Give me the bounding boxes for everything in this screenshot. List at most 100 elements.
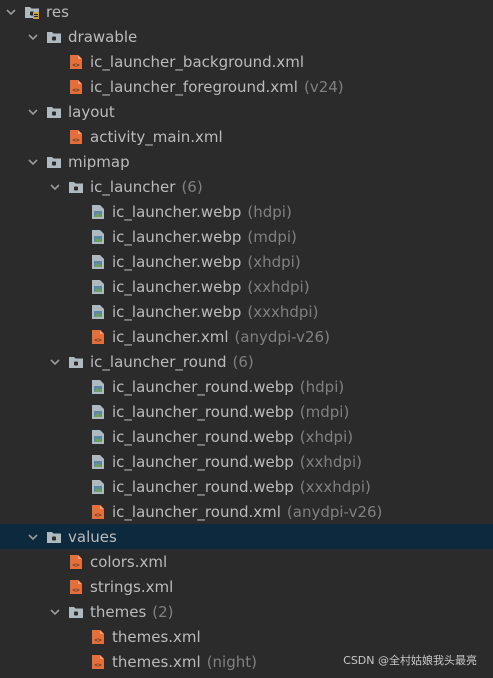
tree-item-label: themes.xml: [112, 652, 201, 671]
chevron-down-icon[interactable]: [4, 5, 18, 19]
tree-item-hint: (xhdpi): [247, 252, 301, 271]
tree-file-row[interactable]: <> themes.xml: [0, 624, 493, 649]
image-file-icon: [90, 454, 106, 470]
tree-item-hint: (night): [206, 652, 257, 671]
folder-icon: [46, 529, 62, 545]
tree-file-row[interactable]: ic_launcher_round.webp (mdpi): [0, 399, 493, 424]
tree-file-row[interactable]: <> ic_launcher_background.xml: [0, 49, 493, 74]
tree-item-hint: (xxxhdpi): [299, 477, 371, 496]
tree-item-label: ic_launcher_round.webp: [112, 377, 294, 396]
tree-item-label: layout: [68, 102, 115, 121]
tree-file-row[interactable]: <> activity_main.xml: [0, 124, 493, 149]
tree-item-hint: (hdpi): [299, 377, 345, 396]
svg-text:<>: <>: [72, 62, 80, 69]
tree-item-label: ic_launcher_round.xml: [112, 502, 281, 521]
tree-file-row[interactable]: <> ic_launcher_round.xml (anydpi-v26): [0, 499, 493, 524]
tree-file-row[interactable]: ic_launcher.webp (xxhdpi): [0, 274, 493, 299]
image-file-icon: [90, 279, 106, 295]
xml-file-icon: <>: [68, 554, 84, 570]
xml-file-icon: <>: [68, 129, 84, 145]
tree-item-hint: (mdpi): [299, 402, 350, 421]
project-tree: res drawable <> ic_launcher_background.xml <…: [0, 0, 493, 678]
tree-folder-row[interactable]: values: [0, 524, 493, 549]
svg-text:<>: <>: [72, 562, 80, 569]
tree-file-row[interactable]: ic_launcher.webp (xhdpi): [0, 249, 493, 274]
svg-text:<>: <>: [94, 337, 102, 344]
tree-item-hint: (anydpi-v26): [234, 327, 330, 346]
tree-file-row[interactable]: <> ic_launcher_foreground.xml (v24): [0, 74, 493, 99]
xml-file-icon: <>: [90, 629, 106, 645]
tree-item-label: colors.xml: [90, 552, 168, 571]
svg-text:<>: <>: [94, 637, 102, 644]
tree-folder-row[interactable]: drawable: [0, 24, 493, 49]
tree-item-hint: (xxhdpi): [299, 452, 362, 471]
tree-file-row[interactable]: ic_launcher_round.webp (xhdpi): [0, 424, 493, 449]
tree-file-row[interactable]: ic_launcher_round.webp (xxhdpi): [0, 449, 493, 474]
tree-folder-row[interactable]: themes (2): [0, 599, 493, 624]
xml-file-icon: <>: [68, 579, 84, 595]
tree-item-hint: (2): [152, 602, 174, 621]
chevron-down-icon[interactable]: [48, 605, 62, 619]
tree-file-row[interactable]: ic_launcher.webp (hdpi): [0, 199, 493, 224]
tree-item-label: ic_launcher_background.xml: [90, 52, 305, 71]
tree-item-hint: (6): [181, 177, 203, 196]
image-file-icon: [90, 479, 106, 495]
folder-icon: [68, 354, 84, 370]
tree-item-hint: (xxxhdpi): [247, 302, 319, 321]
tree-item-hint: (xxhdpi): [247, 277, 310, 296]
tree-file-row[interactable]: <> colors.xml: [0, 549, 493, 574]
tree-folder-row[interactable]: layout: [0, 99, 493, 124]
chevron-down-icon[interactable]: [48, 180, 62, 194]
tree-folder-row[interactable]: ic_launcher (6): [0, 174, 493, 199]
image-file-icon: [90, 229, 106, 245]
tree-item-hint: (anydpi-v26): [286, 502, 383, 521]
tree-item-label: ic_launcher_round.webp: [112, 427, 294, 446]
tree-file-row[interactable]: <> strings.xml: [0, 574, 493, 599]
chevron-down-icon[interactable]: [26, 530, 40, 544]
tree-item-label: themes.xml: [112, 627, 201, 646]
tree-file-row[interactable]: ic_launcher.webp (mdpi): [0, 224, 493, 249]
tree-item-hint: (v24): [303, 77, 344, 96]
tree-item-label: ic_launcher.webp: [112, 277, 242, 296]
tree-folder-row[interactable]: ic_launcher_round (6): [0, 349, 493, 374]
tree-file-row[interactable]: ic_launcher.webp (xxxhdpi): [0, 299, 493, 324]
tree-file-row[interactable]: ic_launcher_round.webp (hdpi): [0, 374, 493, 399]
tree-folder-row[interactable]: mipmap: [0, 149, 493, 174]
svg-text:<>: <>: [72, 137, 80, 144]
svg-text:<>: <>: [94, 662, 102, 669]
tree-item-label: drawable: [68, 27, 138, 46]
tree-item-hint: (mdpi): [247, 227, 297, 246]
xml-file-icon: <>: [90, 504, 106, 520]
tree-item-label: ic_launcher_round: [90, 352, 227, 371]
tree-item-hint: (xhdpi): [299, 427, 354, 446]
chevron-down-icon[interactable]: [26, 105, 40, 119]
chevron-down-icon[interactable]: [26, 30, 40, 44]
folder-icon: [46, 104, 62, 120]
tree-item-label: ic_launcher.webp: [112, 202, 242, 221]
xml-file-icon: <>: [68, 79, 84, 95]
tree-item-label: ic_launcher: [90, 177, 176, 196]
tree-item-label: themes: [90, 602, 147, 621]
tree-folder-row[interactable]: res: [0, 0, 493, 24]
tree-item-label: ic_launcher_round.webp: [112, 402, 294, 421]
tree-file-row[interactable]: <> ic_launcher.xml (anydpi-v26): [0, 324, 493, 349]
folder-icon: [46, 154, 62, 170]
tree-file-row[interactable]: ic_launcher_round.webp (xxxhdpi): [0, 474, 493, 499]
chevron-down-icon[interactable]: [48, 355, 62, 369]
chevron-down-icon[interactable]: [26, 155, 40, 169]
image-file-icon: [90, 404, 106, 420]
image-file-icon: [90, 379, 106, 395]
